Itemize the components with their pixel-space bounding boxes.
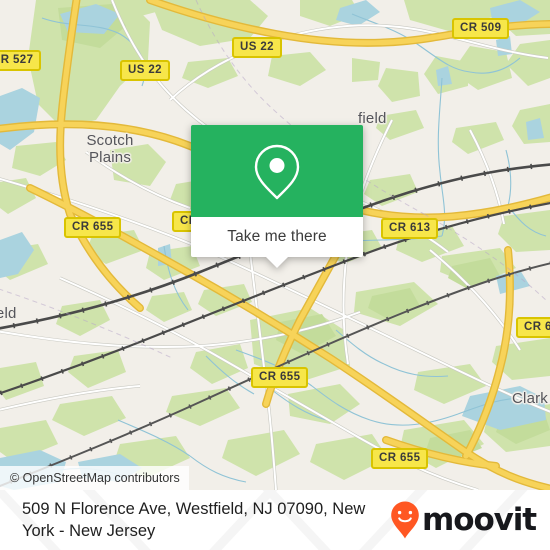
popup-pointer	[265, 256, 289, 268]
map-canvas[interactable]: Scotch Plains field field Clark CR 527 U…	[0, 0, 550, 490]
moovit-logo[interactable]: moovit	[390, 500, 542, 540]
destination-popup-card[interactable]: Take me there	[191, 125, 363, 268]
shield-cr-527-left[interactable]: CR 527	[0, 50, 42, 71]
moovit-map-screenshot: Scotch Plains field field Clark CR 527 U…	[0, 0, 550, 550]
shield-cr-655-lower[interactable]: CR 655	[251, 367, 309, 388]
footer-content: 509 N Florence Ave, Westfield, NJ 07090,…	[0, 490, 550, 550]
map-pin-icon	[254, 144, 300, 200]
shield-cr-6xx-clipped[interactable]: CR 6	[516, 317, 550, 338]
address-text: 509 N Florence Ave, Westfield, NJ 07090,…	[22, 500, 366, 540]
osm-attribution[interactable]: © OpenStreetMap contributors	[0, 466, 189, 490]
take-me-there-label: Take me there	[227, 228, 327, 245]
shield-cr-655-left[interactable]: CR 655	[64, 217, 122, 238]
take-me-there-button[interactable]: Take me there	[191, 217, 363, 257]
shield-cr-655-bottom[interactable]: CR 655	[371, 448, 429, 469]
shield-us-22-left[interactable]: US 22	[120, 60, 170, 81]
shield-us-22-top[interactable]: US 22	[232, 37, 282, 58]
footer-bar: 509 N Florence Ave, Westfield, NJ 07090,…	[0, 490, 550, 550]
shield-cr-613[interactable]: CR 613	[381, 218, 439, 239]
moovit-wordmark: moovit	[422, 501, 537, 538]
moovit-pin-icon	[391, 501, 419, 539]
popup-hero	[191, 125, 363, 217]
shield-cr-509[interactable]: CR 509	[452, 18, 510, 39]
